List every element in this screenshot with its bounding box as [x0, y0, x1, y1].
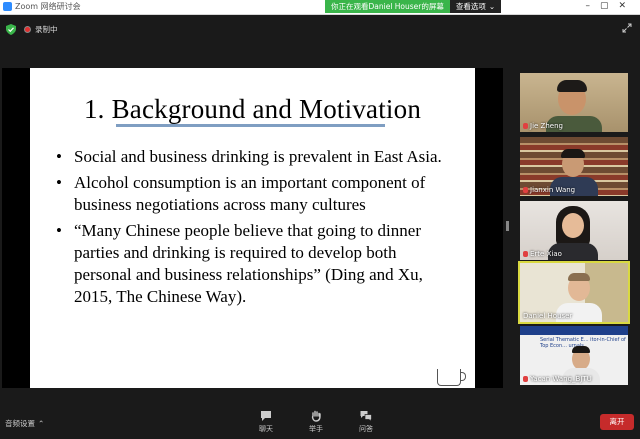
chat-label: 聊天 [259, 425, 273, 433]
view-options-label: 查看选项 [455, 2, 486, 11]
qa-label: 问答 [359, 425, 373, 433]
participant-video-tile[interactable]: Jie Zheng [520, 73, 628, 132]
raise-hand-icon [311, 410, 321, 422]
screen-share-banner: 你正在观看Daniel Houser的屏幕 查看选项 ⌄ [325, 0, 502, 13]
presentation-slide: 1. Background and Motivation Social and … [30, 68, 475, 388]
security-shield-icon[interactable] [6, 24, 16, 35]
shared-screen-area: 1. Background and Motivation Social and … [2, 68, 503, 388]
slide-bullet: Social and business drinking is prevalen… [56, 146, 456, 168]
participant-video-tile-active-speaker[interactable]: Daniel Houser [518, 261, 630, 324]
participant-name-tag: Erte Xiao [523, 250, 562, 258]
window-title: Zoom 网络研讨会 [15, 2, 81, 11]
chat-button[interactable]: 聊天 [251, 410, 281, 434]
view-options-button[interactable]: 查看选项 ⌄ [449, 0, 502, 13]
raise-hand-button[interactable]: 举手 [301, 410, 331, 434]
audio-settings-label: 音频设置 [5, 419, 35, 428]
meeting-topbar: 录制中 [0, 15, 640, 45]
participant-name-tag: Jianxin Wang [523, 186, 575, 194]
recording-indicator: 录制中 [24, 24, 58, 35]
muted-mic-icon [523, 187, 528, 193]
muted-mic-icon [523, 376, 528, 382]
chat-bubble-icon [261, 411, 271, 421]
window-titlebar: Zoom 网络研讨会 –▢✕ [0, 0, 640, 15]
participant-name: Daniel Houser [523, 312, 573, 320]
muted-mic-icon [523, 123, 528, 129]
gallery-resize-handle[interactable] [506, 221, 509, 231]
muted-mic-icon [523, 251, 528, 257]
qa-bubbles-icon [360, 411, 372, 422]
participant-name: Yacan Wang_BJTU [530, 375, 592, 383]
raise-hand-label: 举手 [309, 425, 323, 433]
zoom-app-icon [3, 2, 12, 11]
participant-name: Jianxin Wang [530, 186, 576, 194]
participant-video-tile[interactable]: Serial Thematic E... itor-in-Chief of To… [520, 326, 628, 385]
meeting-toolbar: 音频设置 ⌃ 聊天 举手 问答 离开 [0, 404, 640, 439]
cup-logo-icon [437, 369, 466, 386]
slide-bullet-list: Social and business drinking is prevalen… [56, 146, 456, 312]
participant-video-tile[interactable]: Erte Xiao [520, 201, 628, 260]
slide-bullet: “Many Chinese people believe that going … [56, 220, 456, 308]
qa-button[interactable]: 问答 [351, 410, 381, 434]
share-status-text: 你正在观看Daniel Houser的屏幕 [325, 0, 450, 13]
participant-name: Erte Xiao [530, 250, 562, 258]
recording-label: 录制中 [35, 25, 58, 34]
participant-name-tag: Jie Zheng [523, 122, 563, 130]
window-controls[interactable]: –▢✕ [585, 0, 636, 13]
audio-settings-button[interactable]: 音频设置 ⌃ [5, 418, 44, 429]
slide-bullet: Alcohol consumption is an important comp… [56, 172, 456, 216]
participant-name-tag: Yacan Wang_BJTU [523, 375, 592, 383]
participant-name: Jie Zheng [530, 122, 563, 130]
chevron-down-icon: ⌄ [488, 2, 496, 11]
slide-title: 1. Background and Motivation [83, 94, 422, 124]
recording-dot-icon [24, 26, 31, 33]
participant-video-tile[interactable]: Jianxin Wang [520, 137, 628, 196]
chevron-up-icon: ⌃ [38, 419, 45, 428]
leave-button[interactable]: 离开 [600, 414, 634, 430]
participant-name-tag: Daniel Houser [523, 312, 572, 320]
title-underline [116, 124, 385, 127]
fullscreen-icon[interactable] [622, 23, 632, 33]
